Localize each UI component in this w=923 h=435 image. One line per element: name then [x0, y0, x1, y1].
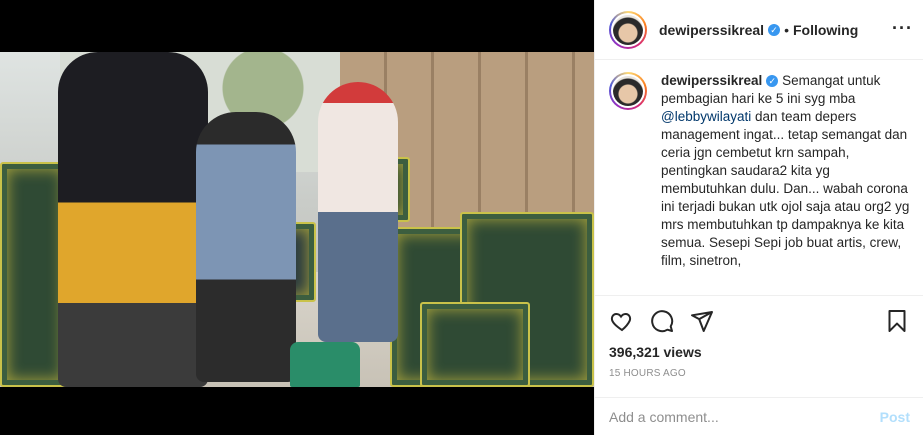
instagram-post: dewiperssikreal ✓ • Following ··· dewipe… [0, 0, 923, 435]
avatar-image [613, 14, 643, 45]
person-hijab [58, 52, 208, 387]
person-white-shirt [318, 82, 398, 342]
caption-username[interactable]: dewiperssikreal [661, 73, 762, 88]
comment-input[interactable] [609, 408, 880, 425]
post-timestamp[interactable]: 15 HOURS AGO [609, 368, 910, 379]
separator-dot: • [784, 21, 789, 38]
avatar[interactable] [609, 10, 647, 49]
video-frame[interactable] [0, 52, 594, 387]
caption-text: dewiperssikreal ✓ Semangat untuk pembagia… [661, 72, 910, 294]
caption-mention-link[interactable]: @lebbywilayati [661, 109, 751, 124]
comment-icon[interactable] [649, 308, 675, 334]
verified-badge-icon: ✓ [768, 23, 781, 36]
share-icon[interactable] [689, 308, 715, 334]
post-comment-button[interactable]: Post [880, 409, 910, 425]
avatar-ring [611, 12, 645, 47]
post-header: dewiperssikreal ✓ • Following ··· [595, 0, 923, 60]
caption-body-end: dan team depers management ingat... teta… [661, 109, 910, 268]
green-stool [290, 342, 360, 387]
person-plaid [196, 112, 296, 382]
comment-bar: Post [595, 397, 923, 435]
heart-icon[interactable] [609, 308, 635, 334]
header-username[interactable]: dewiperssikreal [659, 22, 764, 38]
caption-avatar[interactable] [609, 72, 647, 110]
caption-avatar-image [613, 76, 643, 106]
bookmark-icon[interactable] [884, 308, 910, 334]
post-panel: dewiperssikreal ✓ • Following ··· dewipe… [594, 0, 923, 435]
post-video[interactable] [0, 0, 594, 435]
box-front [420, 302, 530, 387]
caption-area: dewiperssikreal ✓ Semangat untuk pembagia… [595, 72, 923, 294]
action-icons [609, 308, 910, 334]
following-button[interactable]: Following [793, 22, 858, 38]
view-count[interactable]: 396,321 views [609, 344, 910, 360]
more-horizontal-icon[interactable]: ··· [892, 18, 913, 39]
caption-verified-badge-icon: ✓ [766, 75, 779, 87]
caption-avatar-ring [611, 74, 645, 108]
